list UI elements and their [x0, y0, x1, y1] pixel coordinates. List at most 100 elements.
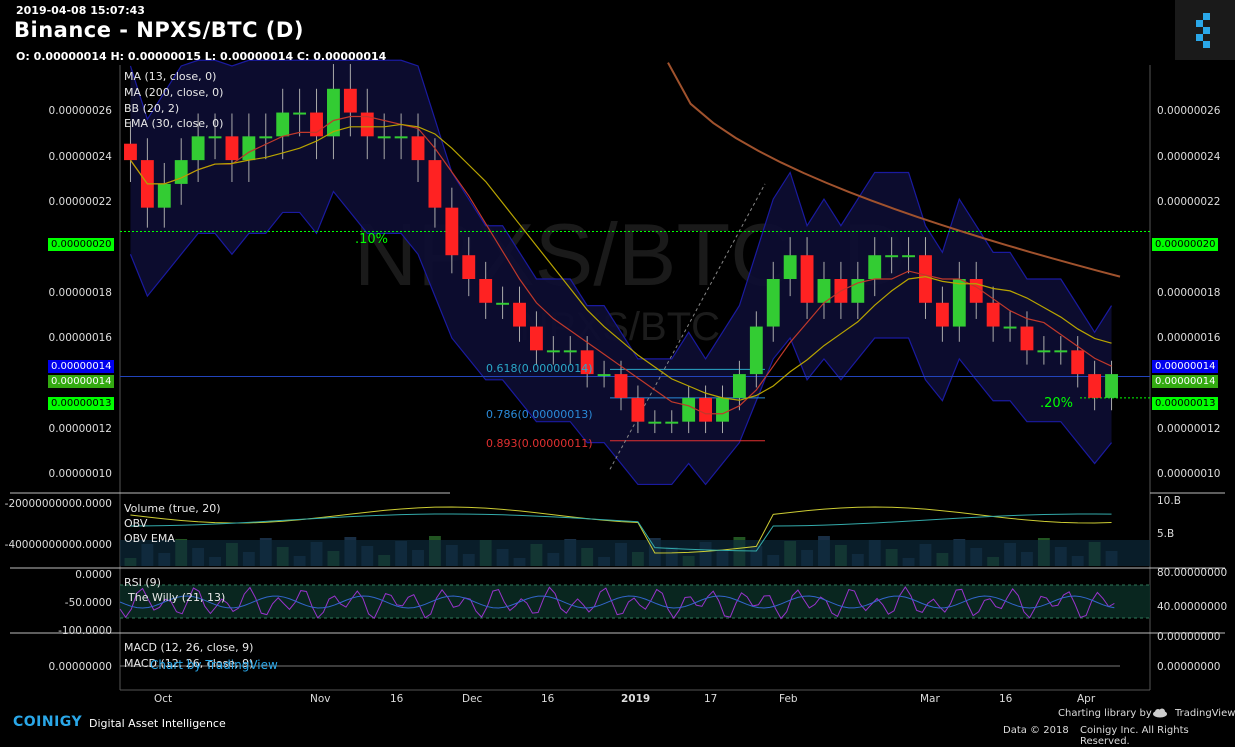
legend-ema[interactable]: EMA (30, close, 0)	[124, 117, 223, 130]
candle	[682, 397, 696, 422]
fib-10-label: .10%	[355, 232, 389, 247]
fib-20-label: .20%	[1040, 396, 1074, 411]
candle	[479, 279, 493, 303]
price-tag-020-left: 0.00000020	[48, 238, 115, 251]
candle	[191, 136, 205, 161]
candle	[1003, 326, 1017, 329]
volume-tick-right: 10.B	[1157, 495, 1181, 507]
rsi-tick-left: 0.0000	[75, 569, 112, 581]
chart-title: Binance - NPXS/BTC (D)	[14, 18, 304, 42]
candle	[699, 397, 713, 422]
candle	[597, 374, 611, 377]
volume-tick-left: -40000000000.0000	[4, 539, 112, 551]
footer-tradingview[interactable]: TradingView	[1175, 708, 1235, 719]
rsi-title[interactable]: RSI (9)	[124, 576, 161, 589]
rsi-tick-right: 80.00000000	[1157, 567, 1228, 579]
candle	[952, 279, 966, 327]
candle	[919, 255, 932, 303]
rsi-tick-left: -100.0000	[58, 625, 112, 637]
candle	[157, 183, 171, 208]
price-tick-left: 0.00000026	[48, 105, 112, 117]
obv-ema-title[interactable]: OBV EMA	[124, 532, 175, 545]
candle	[259, 136, 273, 139]
candle	[1071, 350, 1085, 375]
candle	[394, 136, 408, 139]
x-tick: Feb	[779, 693, 798, 705]
price-tag-013-left: 0.00000013	[48, 397, 115, 410]
cloud-icon	[1152, 708, 1167, 718]
coinigy-logo-icon[interactable]	[1175, 0, 1235, 60]
legend-ma13[interactable]: MA (13, close, 0)	[124, 70, 216, 83]
candle	[496, 302, 510, 305]
candle	[546, 350, 560, 353]
tradingview-credit[interactable]: Chart by TradingView	[150, 658, 278, 672]
candle	[1105, 374, 1118, 398]
x-tick: Oct	[154, 693, 173, 705]
candle	[513, 302, 526, 327]
macd-title-1[interactable]: MACD (12, 26, close, 9)	[124, 641, 253, 654]
candle	[716, 397, 729, 422]
candle	[225, 136, 239, 161]
candle	[1037, 350, 1051, 353]
footer-charting: Charting library by	[1058, 708, 1152, 719]
candle	[868, 255, 882, 279]
candle	[935, 302, 949, 327]
legend-ma200[interactable]: MA (200, close, 0)	[124, 86, 223, 99]
x-tick: Apr	[1077, 693, 1096, 705]
volume-tick-right: 5.B	[1157, 528, 1175, 540]
candle	[885, 255, 899, 258]
candle	[648, 421, 662, 424]
price-tick-left: 0.00000012	[48, 423, 112, 435]
candle	[902, 255, 915, 258]
legend-bb[interactable]: BB (20, 2)	[124, 102, 179, 115]
candle	[327, 88, 340, 137]
price-tick-right: 0.00000010	[1157, 468, 1221, 480]
price-tick-right: 0.00000026	[1157, 105, 1221, 117]
candle	[124, 143, 137, 161]
price-tag-014-green-left: 0.00000014	[48, 375, 115, 388]
candle	[174, 160, 188, 184]
x-tick: 2019	[621, 693, 651, 705]
price-tag-020-right: 0.00000020	[1152, 238, 1219, 251]
candle	[986, 302, 1000, 327]
candle	[242, 136, 256, 161]
price-tick-left: 0.00000010	[48, 468, 112, 480]
candle	[614, 374, 628, 398]
x-tick: Mar	[920, 693, 940, 705]
volume-tick-left: -20000000000.0000	[4, 498, 112, 510]
ohlc-readout: O: 0.00000014 H: 0.00000015 L: 0.0000001…	[16, 50, 387, 63]
fib-893-label: 0.893(0.00000011)	[486, 437, 593, 450]
volume-title[interactable]: Volume (true, 20)	[124, 502, 221, 515]
volume-area	[120, 540, 1150, 566]
price-tick-right: 0.00000018	[1157, 287, 1221, 299]
footer-tagline: Digital Asset Intelligence	[89, 717, 226, 730]
candle	[208, 136, 222, 139]
candle	[766, 279, 780, 327]
fib-786-label: 0.786(0.00000013)	[486, 408, 593, 421]
footer-coinigy-inc: Coinigy Inc. All Rights Reserved.	[1080, 725, 1189, 747]
chart-canvas[interactable]: NPXS/BTC, DNPXS/BTC	[0, 0, 1235, 737]
fib-618-label: 0.618(0.00000014)	[486, 362, 593, 375]
price-tick-left: 0.00000016	[48, 332, 112, 344]
candle	[1054, 350, 1068, 353]
candle	[428, 160, 442, 208]
willy-title[interactable]: The Willy (21, 13)	[128, 591, 225, 604]
x-tick: 16	[541, 693, 555, 705]
candle	[462, 255, 476, 279]
x-tick: 16	[390, 693, 404, 705]
footer-brand[interactable]: COINIGY	[13, 714, 82, 730]
price-tick-left: 0.00000018	[48, 287, 112, 299]
candle	[1020, 326, 1034, 351]
candle	[800, 255, 814, 303]
price-tag-014-green-right: 0.00000014	[1152, 375, 1219, 388]
candle	[732, 374, 746, 398]
x-tick: Dec	[462, 693, 483, 705]
price-tag-014-blue-left: 0.00000014	[48, 360, 115, 373]
footer-copyright: Data © 2018	[1003, 725, 1069, 736]
candle	[563, 350, 577, 353]
rsi-tick-right: 40.00000000	[1157, 601, 1228, 613]
candle	[529, 326, 543, 351]
price-tag-013-right: 0.00000013	[1152, 397, 1219, 410]
candle	[749, 326, 763, 375]
obv-title[interactable]: OBV	[124, 517, 147, 530]
